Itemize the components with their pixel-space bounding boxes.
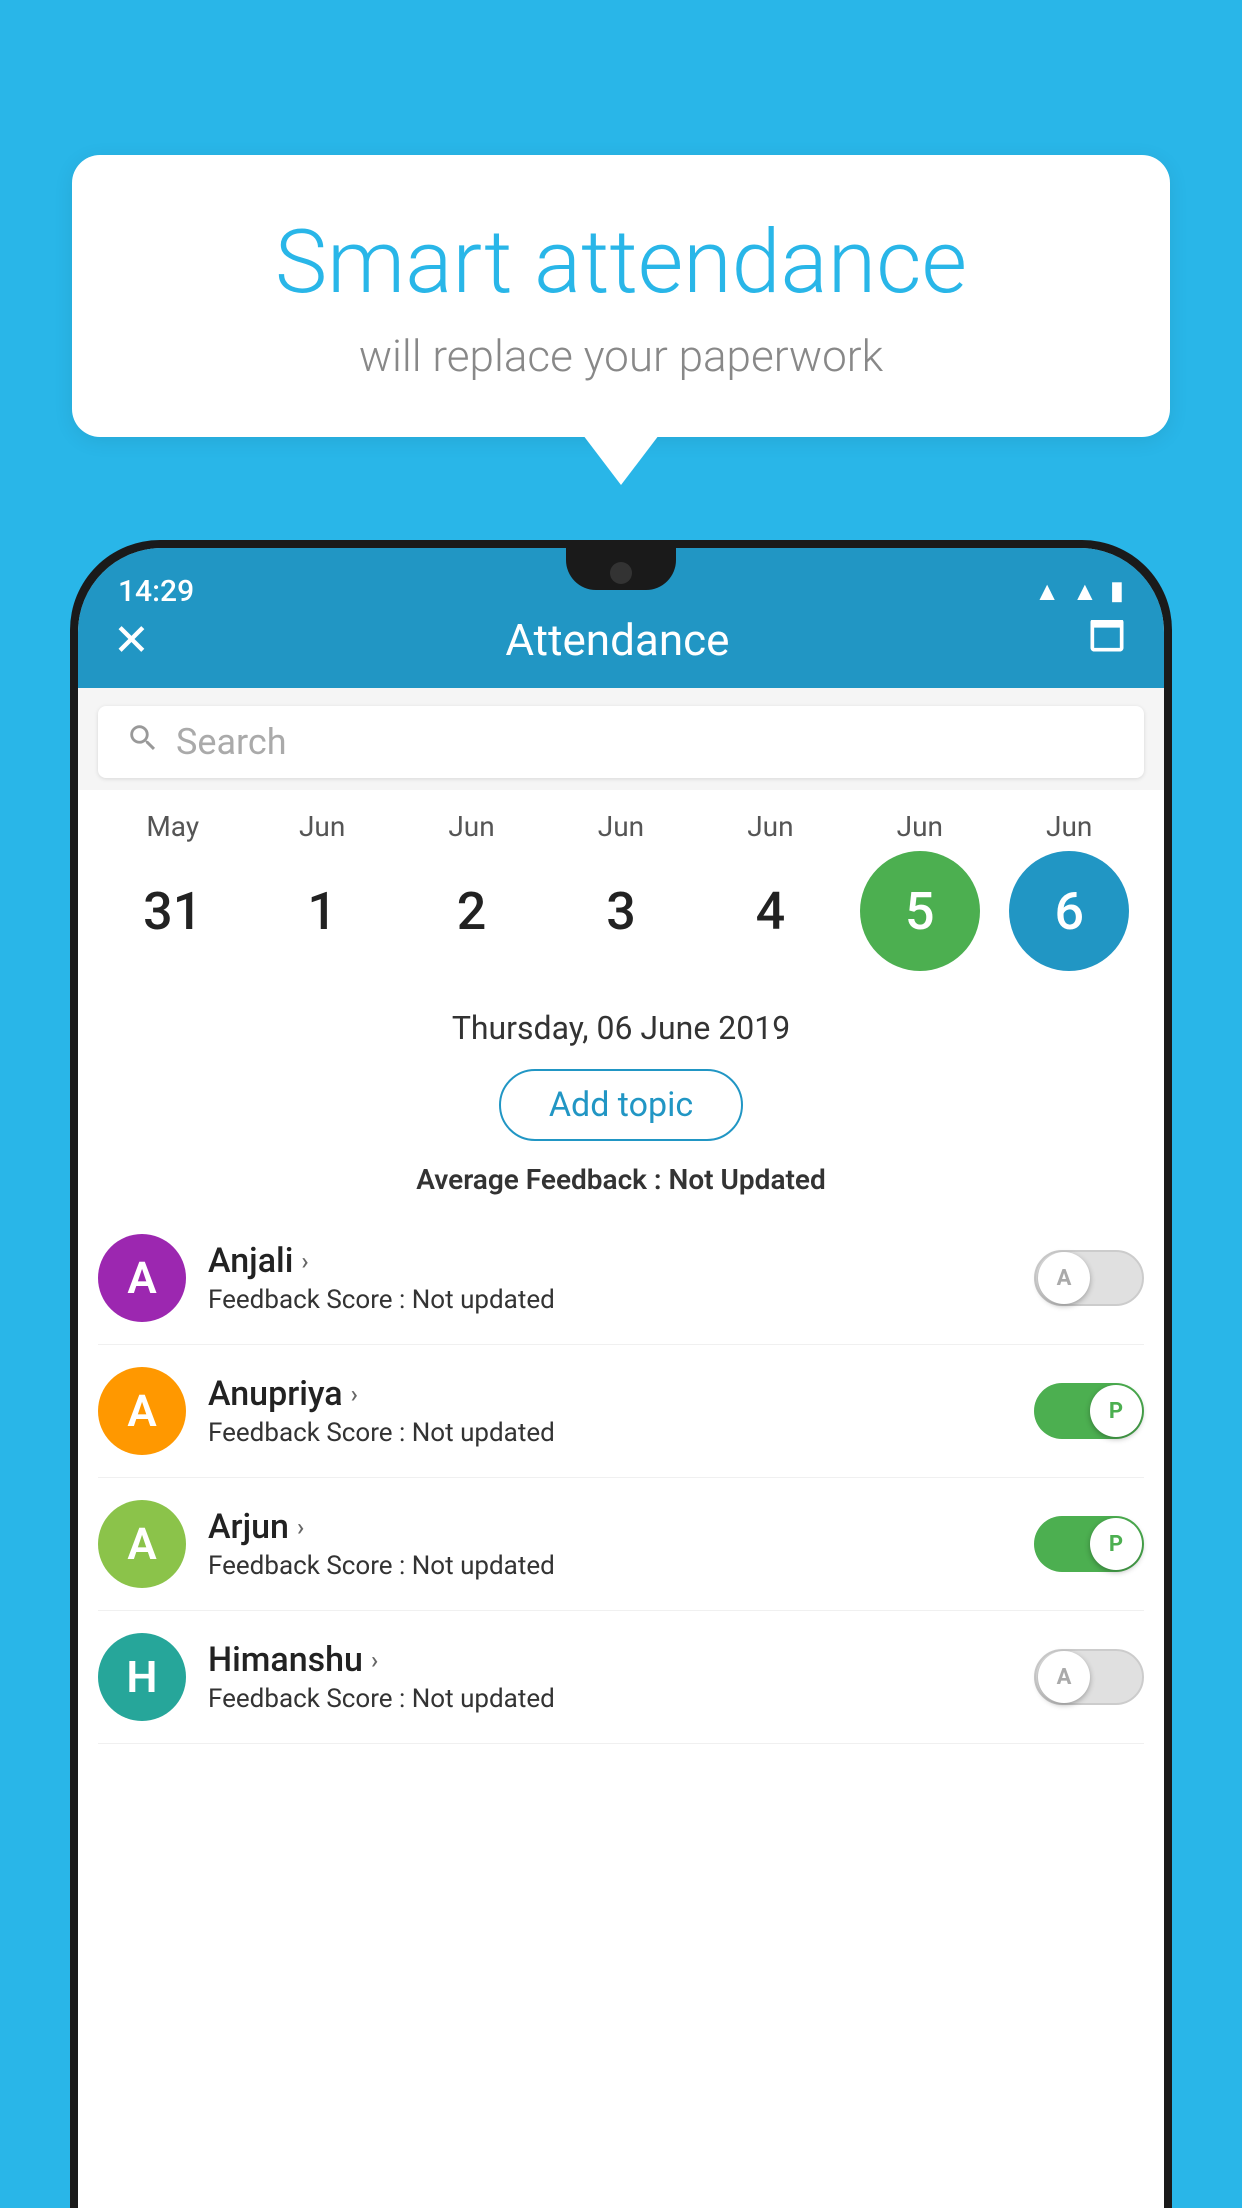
wifi-icon: ▲ xyxy=(1034,576,1060,607)
camera xyxy=(610,562,632,584)
toggle-on[interactable]: P xyxy=(1034,1516,1144,1572)
speech-bubble: Smart attendance will replace your paper… xyxy=(72,155,1170,437)
student-info: Anupriya › Feedback Score : Not updated xyxy=(208,1374,1012,1448)
month-6: Jun xyxy=(1009,810,1129,843)
list-item: H Himanshu › Feedback Score : Not update… xyxy=(98,1611,1144,1744)
student-info: Anjali › Feedback Score : Not updated xyxy=(208,1241,1012,1315)
list-item: A Arjun › Feedback Score : Not updated xyxy=(98,1478,1144,1611)
toggle-thumb: A xyxy=(1038,1651,1090,1703)
student-list: A Anjali › Feedback Score : Not updated xyxy=(78,1212,1164,1744)
chevron-right-icon: › xyxy=(371,1646,378,1674)
app-content: 14:29 ▲ ▲ ▮ ✕ Attendance xyxy=(78,548,1164,2208)
attendance-toggle[interactable]: A xyxy=(1034,1250,1144,1306)
student-name[interactable]: Arjun › xyxy=(208,1507,1012,1547)
search-bar[interactable]: Search xyxy=(98,706,1144,778)
bubble-title: Smart attendance xyxy=(132,215,1110,312)
toggle-thumb: P xyxy=(1090,1385,1142,1437)
toggle-thumb: A xyxy=(1038,1252,1090,1304)
student-feedback: Feedback Score : Not updated xyxy=(208,1551,1012,1581)
student-feedback: Feedback Score : Not updated xyxy=(208,1285,1012,1315)
add-topic-button[interactable]: Add topic xyxy=(499,1069,743,1141)
attendance-toggle[interactable]: P xyxy=(1034,1383,1144,1439)
info-section: Thursday, 06 June 2019 Add topic Average… xyxy=(78,981,1164,1212)
bubble-subtitle: will replace your paperwork xyxy=(132,330,1110,382)
search-icon xyxy=(126,721,160,764)
phone-inner: 14:29 ▲ ▲ ▮ ✕ Attendance xyxy=(78,548,1164,2208)
date-1[interactable]: 1 xyxy=(262,851,382,971)
month-0: May xyxy=(113,810,233,843)
list-item: A Anjali › Feedback Score : Not updated xyxy=(98,1212,1144,1345)
calendar-section: May Jun Jun Jun Jun Jun Jun 31 1 2 3 4 xyxy=(78,790,1164,981)
date-2[interactable]: 2 xyxy=(412,851,532,971)
search-placeholder: Search xyxy=(176,721,287,763)
phone-frame: 14:29 ▲ ▲ ▮ ✕ Attendance xyxy=(70,540,1172,2208)
date-6-selected[interactable]: 6 xyxy=(1009,851,1129,971)
avatar: H xyxy=(98,1633,186,1721)
chevron-right-icon: › xyxy=(301,1247,308,1275)
feedback-value-text: Not Updated xyxy=(669,1163,826,1196)
toggle-off[interactable]: A xyxy=(1034,1649,1144,1705)
months-row: May Jun Jun Jun Jun Jun Jun xyxy=(78,810,1164,843)
month-3: Jun xyxy=(561,810,681,843)
toggle-on[interactable]: P xyxy=(1034,1383,1144,1439)
battery-icon: ▮ xyxy=(1110,576,1124,606)
date-5-today[interactable]: 5 xyxy=(860,851,980,971)
student-name[interactable]: Anupriya › xyxy=(208,1374,1012,1414)
app-bar-title: Attendance xyxy=(505,614,729,666)
chevron-right-icon: › xyxy=(297,1513,304,1541)
student-info: Himanshu › Feedback Score : Not updated xyxy=(208,1640,1012,1714)
student-feedback: Feedback Score : Not updated xyxy=(208,1418,1012,1448)
toggle-thumb: P xyxy=(1090,1518,1142,1570)
status-icons: ▲ ▲ ▮ xyxy=(1034,576,1124,607)
date-3[interactable]: 3 xyxy=(561,851,681,971)
chevron-right-icon: › xyxy=(351,1380,358,1408)
attendance-toggle[interactable]: P xyxy=(1034,1516,1144,1572)
avatar: A xyxy=(98,1500,186,1588)
student-name[interactable]: Himanshu › xyxy=(208,1640,1012,1680)
dates-row: 31 1 2 3 4 5 6 xyxy=(78,851,1164,971)
date-4[interactable]: 4 xyxy=(710,851,830,971)
attendance-toggle[interactable]: A xyxy=(1034,1649,1144,1705)
feedback-label-text: Average Feedback : xyxy=(416,1163,668,1196)
average-feedback: Average Feedback : Not Updated xyxy=(106,1163,1136,1196)
speech-bubble-container: Smart attendance will replace your paper… xyxy=(72,155,1170,437)
month-4: Jun xyxy=(710,810,830,843)
student-info: Arjun › Feedback Score : Not updated xyxy=(208,1507,1012,1581)
month-1: Jun xyxy=(262,810,382,843)
status-time: 14:29 xyxy=(118,574,194,609)
student-name[interactable]: Anjali › xyxy=(208,1241,1012,1281)
avatar: A xyxy=(98,1367,186,1455)
signal-icon: ▲ xyxy=(1072,576,1098,607)
selected-date-label: Thursday, 06 June 2019 xyxy=(106,1009,1136,1047)
calendar-icon[interactable] xyxy=(1085,613,1129,666)
toggle-off[interactable]: A xyxy=(1034,1250,1144,1306)
student-feedback: Feedback Score : Not updated xyxy=(208,1684,1012,1714)
background: Smart attendance will replace your paper… xyxy=(0,0,1242,2208)
month-2: Jun xyxy=(412,810,532,843)
close-button[interactable]: ✕ xyxy=(113,614,150,666)
notch xyxy=(566,548,676,590)
avatar: A xyxy=(98,1234,186,1322)
date-0[interactable]: 31 xyxy=(113,851,233,971)
month-5: Jun xyxy=(860,810,980,843)
list-item: A Anupriya › Feedback Score : Not update… xyxy=(98,1345,1144,1478)
search-container: Search xyxy=(78,688,1164,790)
